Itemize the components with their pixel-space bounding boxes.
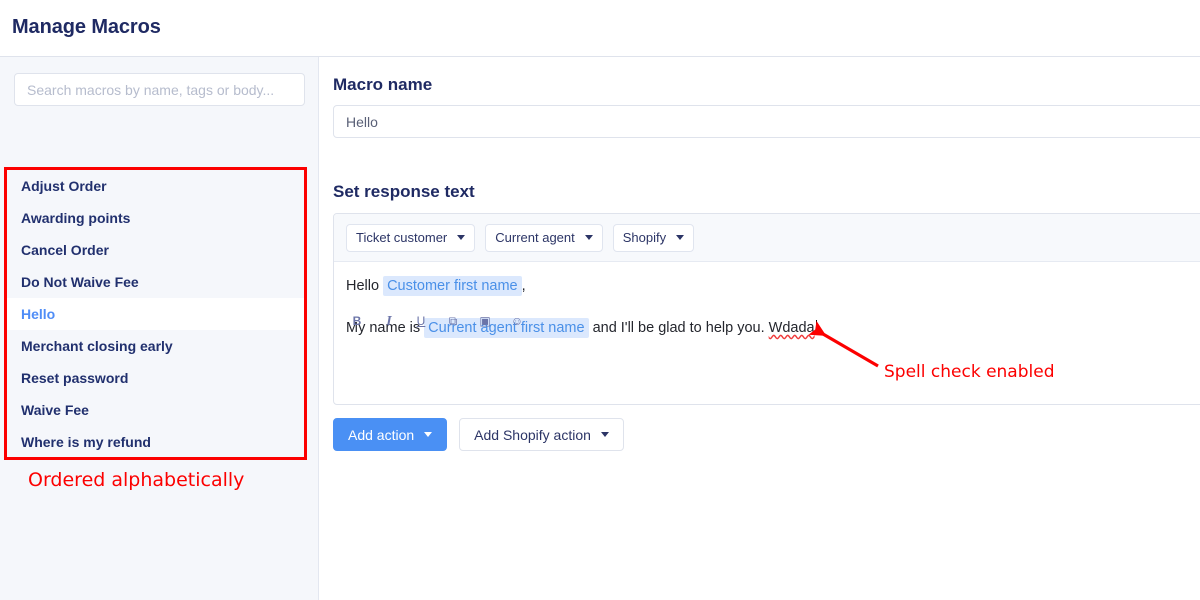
search-wrapper — [14, 73, 305, 106]
underline-icon[interactable]: U — [412, 313, 430, 331]
action-button-row: Add action Add Shopify action — [333, 418, 624, 451]
page-header: Manage Macros — [0, 0, 1200, 57]
link-icon[interactable]: ⧉ — [444, 313, 462, 331]
chevron-down-icon — [676, 235, 685, 240]
current-agent-dropdown[interactable]: Current agent — [485, 223, 603, 252]
list-item[interactable]: Merchant closing early — [7, 330, 304, 362]
italic-icon[interactable]: I — [380, 313, 398, 331]
macro-list: Adjust Order Awarding points Cancel Orde… — [7, 170, 304, 457]
current-agent-dropdown-label: Current agent — [495, 230, 575, 245]
macro-list-highlight-box: Adjust Order Awarding points Cancel Orde… — [4, 167, 307, 460]
editor-line-1: Hello Customer first name, — [346, 276, 1200, 297]
chevron-down-icon — [600, 432, 609, 437]
annotation-ordered-alphabetically: Ordered alphabetically — [28, 469, 245, 491]
list-item-selected[interactable]: Hello — [7, 298, 304, 330]
list-item[interactable]: Adjust Order — [7, 170, 304, 202]
editor-variable-toolbar: Ticket customer Current agent Shopify — [334, 214, 1200, 262]
editor-format-toolbar: B I U ⧉ ▣ ☺ — [334, 305, 1200, 339]
macro-editor-panel: Macro name Set response text Ticket cust… — [319, 57, 1200, 600]
list-item[interactable]: Cancel Order — [7, 234, 304, 266]
macro-name-label: Macro name — [333, 75, 433, 94]
macro-name-input[interactable] — [333, 105, 1200, 138]
list-item[interactable]: Where is my refund — [7, 426, 304, 458]
ticket-customer-dropdown[interactable]: Ticket customer — [346, 223, 476, 252]
add-shopify-action-button[interactable]: Add Shopify action — [459, 418, 624, 451]
image-icon[interactable]: ▣ — [476, 313, 494, 331]
add-action-button-label: Add action — [348, 426, 415, 443]
annotation-spell-check-enabled: Spell check enabled — [884, 362, 1055, 382]
page-title: Manage Macros — [12, 16, 161, 38]
editor-line-1-text: Hello — [346, 278, 380, 294]
emoji-icon[interactable]: ☺ — [508, 313, 526, 331]
list-item[interactable]: Do Not Waive Fee — [7, 266, 304, 298]
shopify-dropdown-label: Shopify — [622, 230, 667, 245]
bold-icon[interactable]: B — [348, 313, 366, 331]
editor-content[interactable]: Hello Customer first name, My name is Cu… — [334, 262, 1200, 339]
list-item[interactable]: Awarding points — [7, 202, 304, 234]
list-item[interactable]: Waive Fee — [7, 394, 304, 426]
search-input[interactable] — [14, 73, 305, 106]
add-action-button[interactable]: Add action — [333, 418, 448, 451]
chevron-down-icon — [584, 235, 593, 240]
response-text-label: Set response text — [333, 182, 475, 201]
editor-line-1-comma: , — [521, 278, 526, 294]
manage-macros-page: Manage Macros Adjust Order Awarding poin… — [0, 0, 1200, 600]
response-editor: Ticket customer Current agent Shopify He… — [333, 213, 1200, 405]
list-item[interactable]: Reset password — [7, 362, 304, 394]
shopify-dropdown[interactable]: Shopify — [612, 223, 695, 252]
token-customer-first-name[interactable]: Customer first name — [383, 276, 522, 296]
chevron-down-icon — [424, 432, 433, 437]
macros-sidebar: Adjust Order Awarding points Cancel Orde… — [0, 57, 319, 600]
add-shopify-action-button-label: Add Shopify action — [474, 426, 591, 443]
chevron-down-icon — [457, 235, 466, 240]
ticket-customer-dropdown-label: Ticket customer — [356, 230, 448, 245]
